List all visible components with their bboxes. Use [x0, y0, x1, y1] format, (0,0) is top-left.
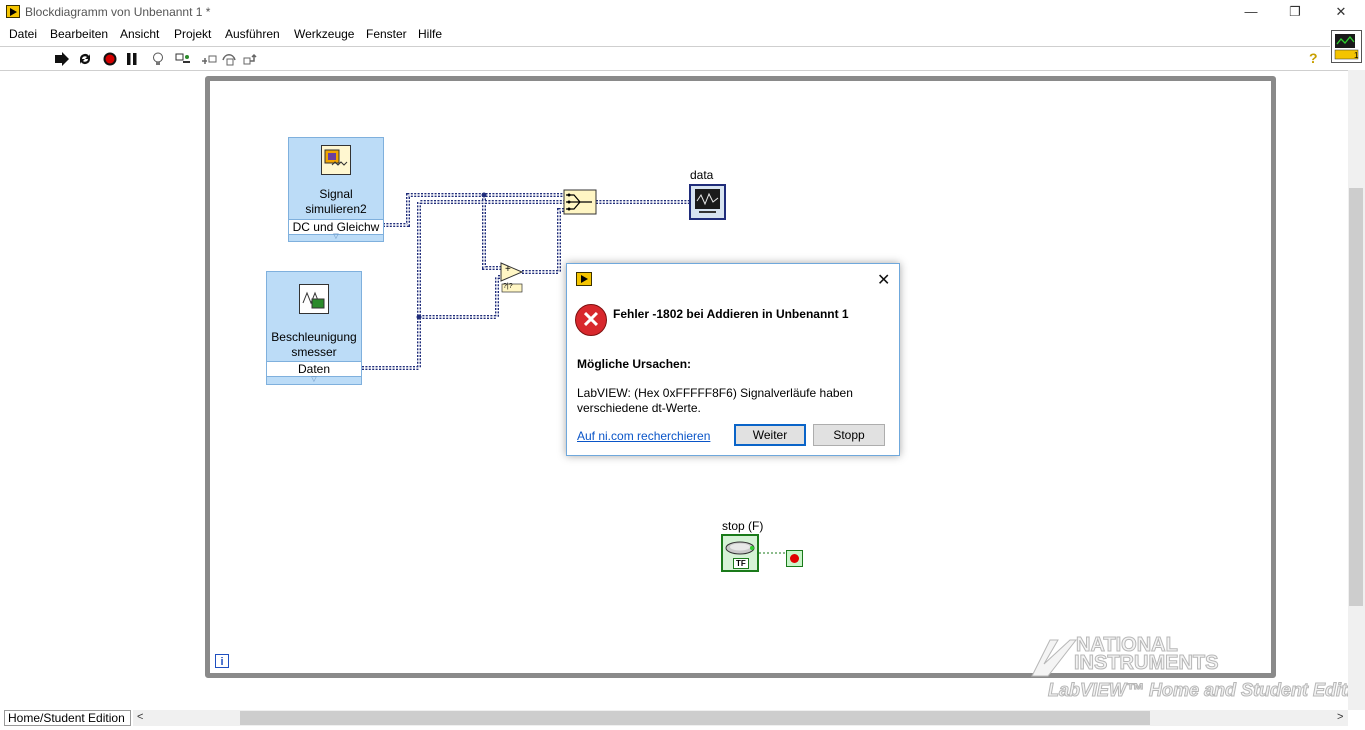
possible-causes-label: Mögliche Ursachen:: [577, 357, 692, 371]
error-icon: ✕: [575, 304, 607, 336]
error-message-line2: verschiedene dt-Werte.: [577, 401, 701, 415]
dialog-close-button[interactable]: ✕: [877, 270, 890, 290]
stop-terminal-type: TF: [733, 558, 749, 569]
error-heading: Fehler -1802 bei Addieren in Unbenannt 1: [613, 307, 849, 321]
error-dialog: ✕ ✕ Fehler -1802 bei Addieren in Unbenan…: [566, 263, 900, 456]
loop-condition-terminal[interactable]: [786, 550, 803, 567]
wire-junction-left: [416, 314, 422, 320]
edition-status: Home/Student Edition: [4, 710, 131, 726]
signal-vi-label-line1: Signal: [319, 187, 353, 201]
watermark-line3: LabVIEW™ Home and Student Edition: [1048, 680, 1365, 701]
graph-label[interactable]: data: [690, 168, 713, 182]
vertical-scroll-thumb[interactable]: [1349, 188, 1363, 606]
accel-output-terminal[interactable]: Daten: [267, 361, 361, 377]
accel-vi-label-line1: Beschleunigung: [271, 330, 357, 344]
stop-button[interactable]: Stopp: [813, 424, 885, 446]
scroll-right-arrow[interactable]: >: [1337, 711, 1343, 723]
wire-branch-to-add-y: [419, 275, 502, 319]
accelerometer-icon: [299, 284, 329, 314]
ni-watermark: NATIONAL INSTRUMENTS LabVIEW™ Home and S…: [1030, 632, 1365, 704]
wire-junction-top: [481, 192, 487, 198]
add-symbol: +: [505, 264, 511, 275]
ni-eagle-logo: [1031, 639, 1078, 677]
scroll-left-arrow[interactable]: <: [137, 711, 143, 723]
accel-vi-expand-handle[interactable]: ▽: [267, 376, 361, 384]
simulate-signal-icon: [321, 145, 351, 175]
watermark-line2: INSTRUMENTS: [1073, 652, 1219, 675]
dialog-labview-icon: [576, 272, 592, 286]
error-message: LabVIEW: (Hex 0xFFFFF8F6) Signalverläufe…: [577, 386, 877, 416]
merge-signals-node[interactable]: [563, 189, 597, 215]
stop-label[interactable]: stop (F): [722, 519, 763, 533]
accel-vi-label-line2: smesser: [291, 345, 337, 359]
error-message-line1: LabVIEW: (Hex 0xFFFFF8F6) Signalverläufe…: [577, 386, 853, 400]
wire-accel-to-merge: [362, 200, 565, 370]
simulate-signal-express-vi[interactable]: Signal simulieren2 DC und Gleichw ▽: [288, 137, 384, 242]
wire-branch-to-add-x: [482, 195, 502, 270]
stop-button-terminal[interactable]: TF: [721, 534, 759, 572]
accelerometer-express-vi[interactable]: Beschleunigung smesser Daten ▽: [266, 271, 362, 385]
continue-button[interactable]: Weiter: [734, 424, 806, 446]
signal-vi-expand-handle[interactable]: ▽: [289, 233, 383, 241]
wire-signal-to-merge: [383, 193, 565, 227]
search-ni-link[interactable]: Auf ni.com recherchieren: [577, 429, 710, 443]
waveform-graph-terminal[interactable]: [689, 184, 726, 220]
add-coercion-label: ?|?: [503, 283, 513, 290]
horizontal-scroll-thumb[interactable]: [240, 711, 1150, 725]
signal-vi-label-line2: simulieren2: [305, 202, 367, 216]
